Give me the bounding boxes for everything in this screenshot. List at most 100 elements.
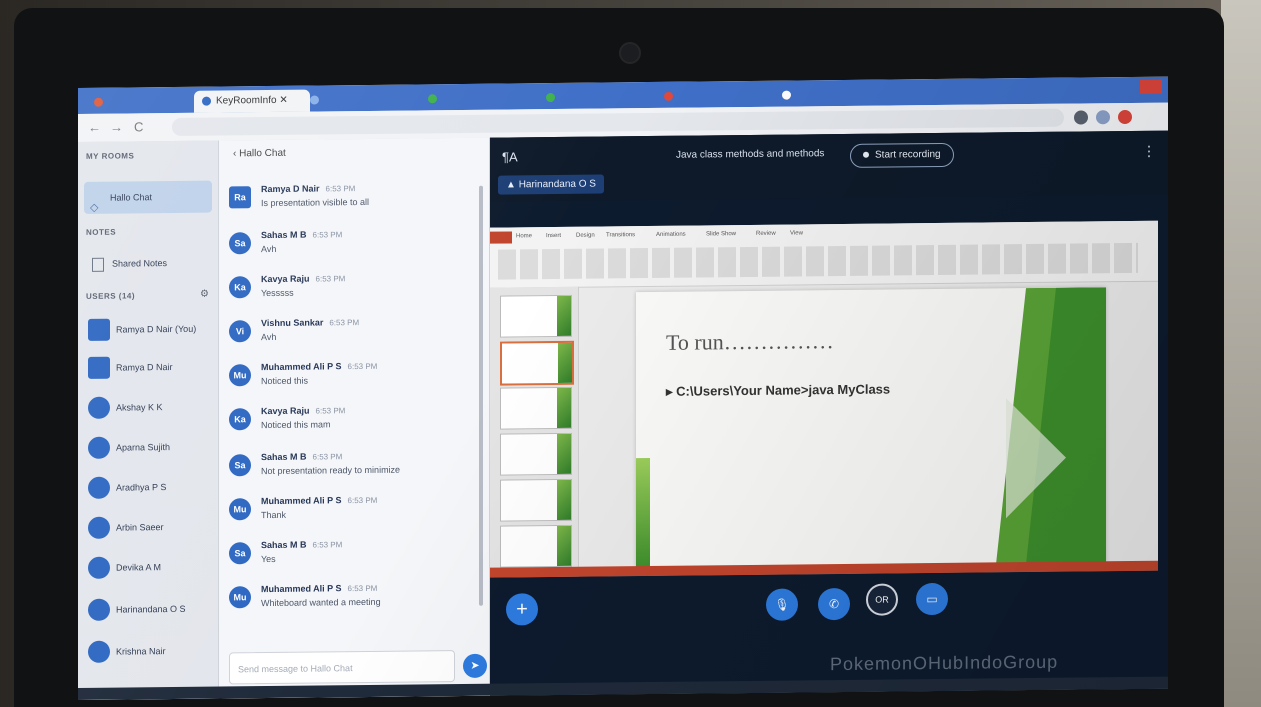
meeting-area: ¶A Java class methods and methods Start … [490, 130, 1168, 698]
slide-thumbnail [500, 432, 572, 476]
chat-message: Ka Kavya Raju 6:53 PM Noticed this mam [229, 400, 479, 443]
message-text: Noticed this [261, 375, 309, 387]
author-name: Muhammed Ali P S [261, 583, 342, 595]
user-item[interactable]: Ramya D Nair [84, 351, 212, 384]
user-item[interactable]: Akshay K K [84, 391, 212, 424]
message-time: 6:53 PM [347, 495, 378, 506]
message-avatar: Mu [229, 586, 251, 609]
window-close-button[interactable] [1140, 79, 1162, 94]
extension-icon[interactable] [1074, 110, 1088, 125]
slide-thumbnails-pane [490, 286, 579, 578]
browser-tab[interactable] [656, 85, 782, 108]
browser-tab[interactable] [538, 86, 664, 109]
user-list-toggle-icon[interactable]: ¶A [502, 149, 518, 164]
tab-favicon-icon [202, 96, 211, 106]
browser-tab[interactable] [420, 87, 546, 110]
browser-tab-active[interactable]: KeyRoomInfo ✕ [194, 89, 310, 113]
message-text: Thank [261, 509, 287, 521]
settings-gear-icon[interactable]: ⚙ [200, 289, 209, 300]
notes-item-shared[interactable]: Shared Notes [84, 247, 212, 280]
wall-background [1221, 0, 1261, 707]
user-item[interactable]: Arbin Saeer [84, 511, 212, 544]
author-name: Ramya D Nair [261, 183, 320, 195]
slide-thumbnail [500, 386, 572, 430]
browser-tab[interactable] [302, 88, 428, 111]
user-avatar [88, 556, 110, 579]
forward-arrow-icon[interactable]: → [110, 120, 123, 135]
chat-message: Sa Sahas M B 6:53 PM Not presentation ready… [229, 446, 479, 489]
reload-icon[interactable]: C [134, 119, 143, 134]
send-message-button[interactable]: ➤ [463, 653, 487, 678]
message-time: 6:53 PM [315, 406, 346, 416]
chat-message: Mu Muhammed Ali P S 6:53 PM Noticed this [229, 356, 479, 399]
current-slide: To run…………… ▸ C:\Users\Your Name>java My… [636, 287, 1106, 569]
user-item[interactable]: Devika A M [84, 551, 212, 584]
record-dot-icon [863, 152, 869, 159]
message-avatar: Ka [229, 276, 251, 299]
user-item[interactable]: Ramya D Nair (You) [84, 313, 212, 346]
message-time: 6:53 PM [312, 230, 343, 240]
meeting-top-bar: ¶A Java class methods and methods Start … [490, 130, 1168, 202]
ribbon-tab: Home [516, 233, 533, 240]
user-name: Aparna Sujith [116, 442, 171, 453]
user-item[interactable]: Harinandana O S [84, 593, 212, 626]
user-name: Harinandana O S [116, 603, 186, 615]
message-author: Kavya Raju 6:53 PM [261, 273, 345, 285]
user-name: Ramya D Nair (You) [116, 323, 197, 335]
message-author: Muhammed Ali P S 6:53 PM [261, 361, 377, 372]
slide-thumbnail [500, 478, 572, 522]
slide-green-decoration [996, 287, 1106, 565]
powerpoint-ribbon: Home Insert Design Transitions Animation… [490, 220, 1158, 289]
leave-audio-button[interactable]: ✆ [818, 587, 850, 621]
author-name: Muhammed Ali P S [261, 361, 342, 373]
start-recording-button[interactable]: Start recording [850, 142, 954, 168]
user-name: Aradhya P S [116, 482, 167, 493]
share-screen-button[interactable]: ▭ [916, 582, 948, 616]
message-author: Ramya D Nair 6:53 PM [261, 183, 355, 194]
chat-message-input[interactable]: Send message to Hallo Chat [229, 650, 455, 685]
chat-scrollbar[interactable] [479, 185, 483, 606]
message-author: Sahas M B 6:53 PM [261, 451, 342, 462]
author-name: Sahas M B [261, 539, 307, 551]
message-time: 6:53 PM [329, 318, 360, 328]
add-action-button[interactable]: + [506, 593, 538, 626]
user-item[interactable]: Aradhya P S [84, 471, 212, 504]
slide-thumbnail [500, 294, 572, 338]
tab-favicon-icon [664, 91, 673, 101]
message-text: Is presentation visible to all [261, 196, 370, 209]
chat-message: Mu Muhammed Ali P S 6:53 PM Thank [229, 490, 479, 533]
message-avatar: Sa [229, 232, 251, 255]
tab-favicon-icon [782, 90, 791, 100]
user-item[interactable]: Aparna Sujith [84, 431, 212, 464]
user-avatar [88, 598, 110, 621]
tab-favicon-icon [546, 92, 555, 102]
mute-microphone-button[interactable]: 🎙 [766, 588, 798, 621]
message-avatar: Mu [229, 498, 251, 521]
browser-tab[interactable] [86, 91, 202, 114]
url-field[interactable] [172, 108, 1064, 137]
user-name: Devika A M [116, 562, 162, 573]
chat-header[interactable]: ‹ Hallo Chat [219, 138, 489, 169]
message-text: Noticed this mam [261, 419, 331, 431]
author-name: Kavya Raju [261, 273, 310, 285]
message-author: Sahas M B 6:53 PM [261, 539, 342, 550]
author-name: Vishnu Sankar [261, 317, 324, 329]
message-author: Muhammed Ali P S 6:53 PM [261, 583, 377, 594]
webcam [619, 42, 641, 64]
chat-panel: ‹ Hallo Chat Ra Ramya D Nair 6:53 PM Is pre… [219, 137, 490, 700]
room-item-hallo-chat[interactable]: ◇ Hallo Chat [84, 180, 212, 214]
ribbon-tab: Slide Show [706, 231, 737, 238]
message-text: Avh [261, 243, 277, 255]
message-text: Avh [261, 331, 277, 343]
tab-favicon-icon [310, 95, 319, 105]
opera-icon[interactable] [1118, 109, 1132, 125]
profile-icon[interactable] [1096, 110, 1110, 125]
share-webcam-button[interactable]: OR [866, 583, 898, 616]
message-author: Vishnu Sankar 6:53 PM [261, 317, 359, 328]
back-arrow-icon[interactable]: ← [88, 120, 101, 135]
message-text: Yes [261, 553, 276, 565]
ribbon-tab: Review [756, 230, 776, 237]
user-item[interactable]: Krishna Nair [84, 635, 212, 668]
more-options-icon[interactable]: ⋮ [1142, 143, 1156, 160]
browser-tab[interactable] [774, 82, 990, 106]
